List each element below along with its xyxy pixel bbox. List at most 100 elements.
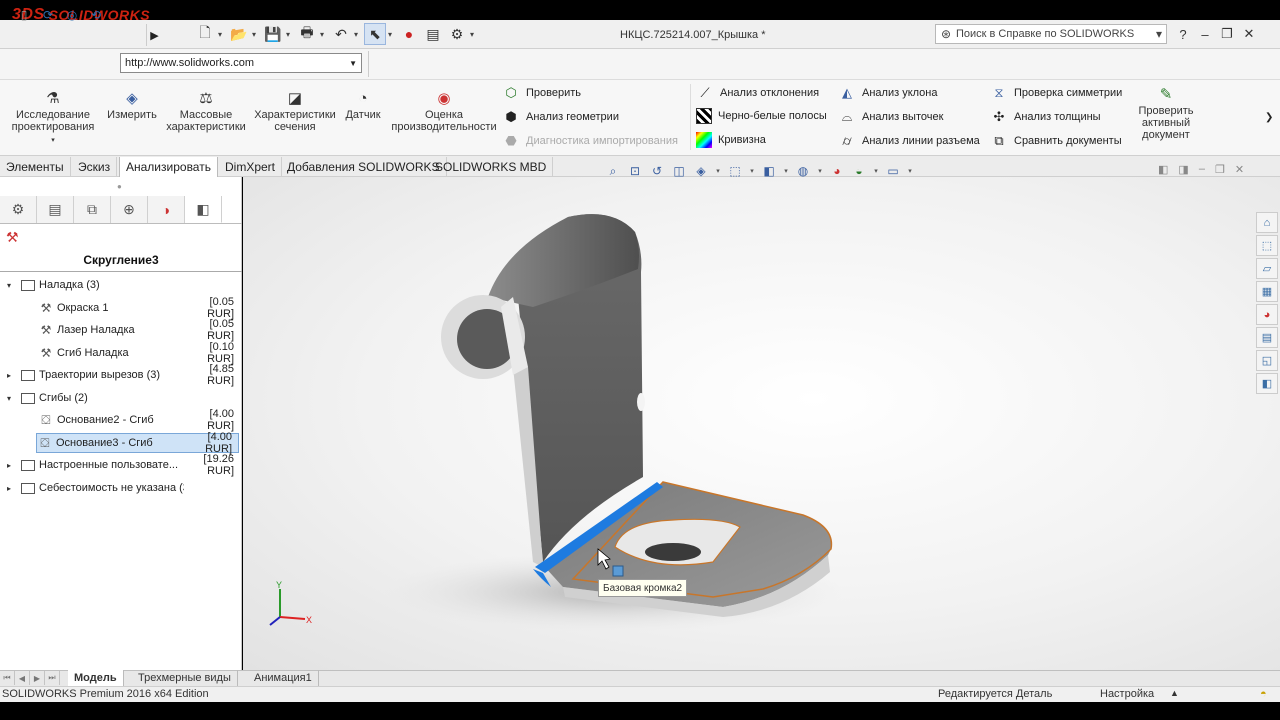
custom-properties-icon[interactable]: ▤ (1256, 327, 1278, 348)
tab-model[interactable]: Модель (68, 670, 124, 686)
print-dropdown-icon[interactable]: ▾ (320, 30, 328, 39)
hide-show-dropdown-icon[interactable]: ▾ (816, 162, 824, 180)
prev-tab-icon[interactable]: ◀ (15, 671, 30, 685)
geometry-analysis-button[interactable]: ⬢ Анализ геометрии (502, 108, 619, 126)
configuration-manager-tab-icon[interactable]: ⧉ (74, 196, 111, 223)
parting-line-button[interactable]: ⌭ Анализ линии разъема (838, 132, 979, 150)
last-tab-icon[interactable]: ⏭ (45, 671, 60, 685)
collapse-arrow-icon[interactable]: ▾ (4, 281, 14, 290)
url-dropdown-icon[interactable]: ▼ (349, 59, 357, 68)
tree-row[interactable]: ⚒ Сгиб Наладка [0.10 RUR] (0, 341, 240, 365)
property-manager-tab-icon[interactable]: ▤ (37, 196, 74, 223)
tree-row[interactable]: ⚒ Окраска 1 [0.05 RUR] (0, 296, 240, 320)
first-tab-icon[interactable]: ⏮ (0, 671, 15, 685)
status-customize[interactable]: Настройка (1100, 688, 1154, 700)
web-home-icon[interactable]: ◎ (62, 5, 82, 25)
next-tab-icon[interactable]: ▶ (30, 671, 45, 685)
tab-animation[interactable]: Анимация1 (248, 670, 319, 686)
curvature-button[interactable]: Кривизна (696, 132, 766, 148)
help-search-box[interactable]: ⊛ Поиск в Справке по SOLIDWORKS ▾ (935, 24, 1167, 44)
file-properties-icon[interactable]: ▤ (422, 23, 444, 45)
sensor-button[interactable]: ◔ Датчик (342, 90, 384, 121)
previous-view-icon[interactable]: ↺ (648, 162, 666, 180)
viewport-minimize-icon[interactable]: – (1199, 163, 1205, 176)
tab-analyze[interactable]: Анализировать (119, 157, 218, 177)
measure-button[interactable]: ◈ Измерить (104, 90, 160, 121)
apply-scene-icon[interactable]: ◒ (850, 162, 868, 180)
tab-dimxpert[interactable]: DimXpert (219, 157, 283, 177)
tab-sketch[interactable]: Эскиз (72, 157, 118, 177)
view-palette-icon[interactable]: ▦ (1256, 281, 1278, 302)
expand-arrow-icon[interactable]: ▸ (4, 461, 14, 470)
file-explorer-icon[interactable]: ▱ (1256, 258, 1278, 279)
view-orientation-dropdown-icon[interactable]: ▾ (748, 162, 756, 180)
undercut-analysis-button[interactable]: ⌓ Анализ выточек (838, 108, 944, 126)
expand-arrow-icon[interactable]: ▸ (4, 484, 14, 493)
display-style-dropdown-icon[interactable]: ▾ (782, 162, 790, 180)
view-settings-dropdown-icon[interactable]: ▾ (906, 162, 914, 180)
part-model[interactable]: Y X (243, 177, 1280, 670)
ribbon-scroll-icon[interactable]: ❯ (1265, 112, 1273, 123)
viewport-tile-right-icon[interactable]: ◨ (1178, 163, 1188, 176)
viewport-tile-left-icon[interactable]: ◧ (1158, 163, 1168, 176)
mass-properties-button[interactable]: ⚖ Массовые характеристики (164, 90, 248, 133)
menu-expand-arrow-icon[interactable]: ▶ (146, 24, 162, 46)
zoom-to-area-icon[interactable]: ⊡ (626, 162, 644, 180)
solidworks-resources-icon[interactable]: ⌂ (1256, 212, 1278, 233)
close-icon[interactable]: ✕ (1238, 24, 1260, 44)
tree-row[interactable]: ⛋ Основание2 - Сгиб [4.00 RUR] (0, 408, 240, 432)
compare-documents-button[interactable]: ⧉ Сравнить документы (990, 132, 1121, 150)
hide-show-items-icon[interactable]: ◍ (794, 162, 812, 180)
costing-task-icon[interactable]: ◧ (1256, 373, 1278, 394)
new-document-icon[interactable]: 🗋 (194, 23, 216, 45)
edit-appearance-icon[interactable]: ◕ (828, 162, 846, 180)
save-icon[interactable]: 💾 (262, 23, 284, 45)
status-customize-arrow-icon[interactable]: ▲ (1170, 688, 1179, 698)
web-back-icon[interactable]: ▯ (14, 5, 34, 25)
new-dropdown-icon[interactable]: ▾ (218, 30, 226, 39)
display-style-icon[interactable]: ◧ (760, 162, 778, 180)
tree-row[interactable]: ▾ Наладка (3) (0, 274, 240, 296)
performance-evaluation-button[interactable]: ◉ Оценка производительности (388, 90, 500, 133)
options-dropdown-icon[interactable]: ▾ (470, 30, 478, 39)
selected-row-highlight[interactable]: ⛋ Основание3 - Сгиб [4.00 RUR] (36, 431, 239, 455)
costing-manager-tab-icon[interactable]: ◧ (185, 196, 222, 223)
help-icon[interactable]: ? (1172, 24, 1194, 44)
draft-analysis-button[interactable]: ◭ Анализ уклона (838, 84, 937, 102)
undo-dropdown-icon[interactable]: ▾ (354, 30, 362, 39)
dimxpert-manager-tab-icon[interactable]: ⊕ (111, 196, 148, 223)
view-orientation-icon[interactable]: ⬚ (726, 162, 744, 180)
save-dropdown-icon[interactable]: ▾ (286, 30, 294, 39)
help-search-dropdown-icon[interactable]: ▾ (1152, 27, 1166, 41)
zoom-to-fit-icon[interactable]: ⌕ (604, 162, 622, 180)
help-search-input[interactable]: Поиск в Справке по SOLIDWORKS (956, 28, 1152, 40)
tab-3d-views[interactable]: Трехмерные виды (132, 670, 238, 686)
open-dropdown-icon[interactable]: ▾ (252, 30, 260, 39)
collapse-arrow-icon[interactable]: ▾ (4, 394, 14, 403)
web-go-icon[interactable]: ⟲ (86, 5, 106, 25)
tab-addins[interactable]: Добавления SOLIDWORKS (281, 157, 447, 177)
check-button[interactable]: ⬡ Проверить (502, 84, 581, 102)
check-active-document-button[interactable]: ✎ Проверить активный документ (1130, 86, 1202, 141)
symmetry-check-button[interactable]: ⧖ Проверка симметрии (990, 84, 1122, 102)
graphics-viewport[interactable]: Y X (243, 177, 1280, 670)
forum-icon[interactable]: ◱ (1256, 350, 1278, 371)
panel-grip-icon[interactable]: ● (117, 182, 122, 191)
thickness-analysis-button[interactable]: ✣ Анализ толщины (990, 108, 1101, 126)
dynamic-annotation-dropdown-icon[interactable]: ▾ (714, 162, 722, 180)
section-view-icon[interactable]: ◫ (670, 162, 688, 180)
minimize-icon[interactable]: – (1194, 24, 1216, 44)
restore-icon[interactable]: ❐ (1216, 24, 1238, 44)
design-study-dropdown-icon[interactable]: ▾ (51, 135, 55, 147)
tree-row[interactable]: ▸ Траектории вырезов (3) [4.85 RUR] (0, 363, 240, 387)
rebuild-icon[interactable]: ● (398, 23, 420, 45)
tree-row[interactable]: ▾ Сгибы (2) (0, 387, 240, 409)
tree-row[interactable]: ⚒ Лазер Наладка [0.05 RUR] (0, 318, 240, 342)
zebra-stripes-button[interactable]: Черно-белые полосы (696, 108, 827, 124)
deviation-analysis-button[interactable]: ⟋ Анализ отклонения (696, 84, 819, 102)
tree-row[interactable]: ▸ Настроенные пользовате... [19.26 RUR] (0, 453, 240, 477)
select-pointer-icon[interactable]: ⬉ (364, 23, 386, 45)
section-properties-button[interactable]: ◪ Характеристики сечения (252, 90, 338, 133)
status-rebuild-icon[interactable]: ◓ (1260, 688, 1267, 700)
dynamic-annotation-icon[interactable]: ◈ (692, 162, 710, 180)
